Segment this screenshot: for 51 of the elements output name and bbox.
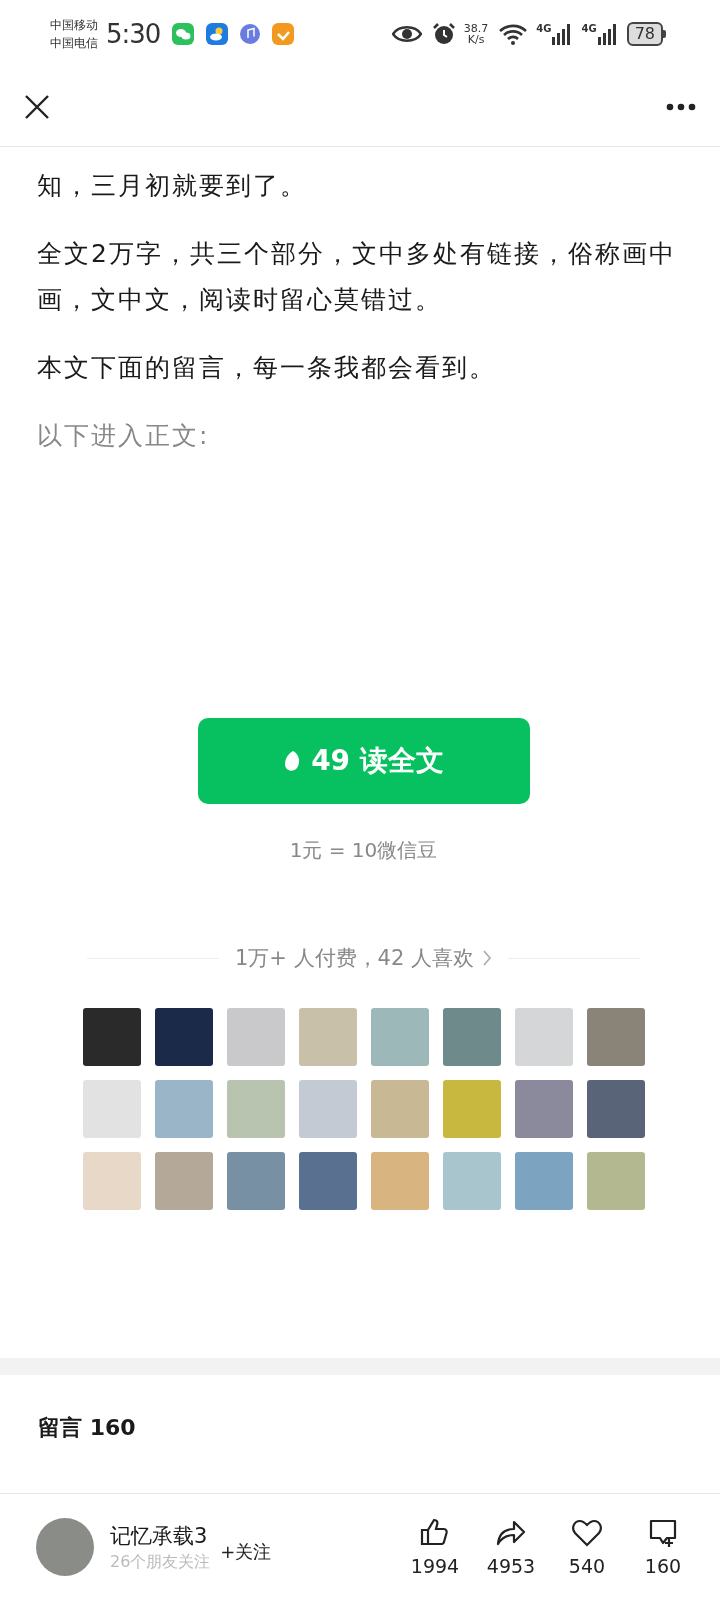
alarm-clock-icon (431, 22, 456, 46)
close-button[interactable] (24, 94, 50, 120)
chevron-right-icon (482, 949, 492, 967)
more-icon (666, 103, 696, 111)
avatar-photo-placeholder[interactable] (514, 1080, 573, 1138)
stat-button[interactable]: 4953 (476, 1517, 546, 1577)
network-speed: K/s (467, 34, 485, 45)
avatar-photo-placeholder[interactable] (442, 1008, 501, 1066)
article-paragraph: 知，三月初就要到了。 (37, 170, 308, 202)
heart-app-icon (272, 23, 295, 45)
weather-app-icon (206, 23, 229, 45)
signal-bars-icon (596, 23, 619, 45)
close-icon (24, 94, 50, 120)
avatar-photo-placeholder[interactable] (298, 1152, 357, 1210)
article-paragraph: 全文2万字，共三个部分，文中多处有链接，俗称画中画，文中文，阅读时留心莫错过。 (37, 238, 677, 316)
followers-count: 26个朋友关注 (110, 1551, 211, 1573)
article-paragraph: 以下进入正文: (37, 420, 211, 452)
heart-icon (571, 1517, 603, 1549)
author-avatar-placeholder[interactable] (36, 1518, 94, 1576)
battery-level: 78 (626, 22, 663, 46)
chat-app-icon (172, 23, 195, 45)
comments-title: 留言 160 (38, 1414, 137, 1442)
wifi-icon (498, 23, 529, 45)
more-button[interactable] (666, 103, 696, 111)
eye-icon (391, 24, 422, 44)
avatar-photo-placeholder[interactable] (586, 1008, 645, 1066)
avatar-photo-placeholder[interactable] (370, 1008, 429, 1066)
avatar-photo-placeholder[interactable] (586, 1080, 645, 1138)
avatar-photo-placeholder[interactable] (154, 1008, 213, 1066)
network-speed: 38.7 (463, 23, 489, 34)
avatar-photo-placeholder[interactable] (514, 1152, 573, 1210)
follow-button[interactable]: +关注 (220, 1540, 272, 1564)
avatar-photo-placeholder[interactable] (154, 1080, 213, 1138)
network-type: 4G (581, 23, 597, 34)
carrier-name: 中国电信 (50, 35, 98, 52)
author-name[interactable]: 记忆承载3 (110, 1521, 211, 1550)
comment-add-icon (647, 1517, 679, 1549)
status-time: 5:30 (106, 19, 161, 49)
avatar-photo-placeholder[interactable] (154, 1152, 213, 1210)
stat-button[interactable]: 160 (628, 1517, 698, 1577)
avatar-photo-placeholder[interactable] (82, 1008, 141, 1066)
article-paragraph: 本文下面的留言，每一条我都会看到。 (37, 352, 497, 384)
supporters-link[interactable]: 1万+ 人付费，42 人喜欢 (235, 944, 492, 972)
music-app-icon (240, 24, 261, 44)
exchange-rate: 1元 = 10微信豆 (289, 837, 438, 864)
stat-button[interactable]: 1994 (400, 1517, 470, 1577)
carrier-name: 中国移动 (50, 17, 98, 34)
avatar-photo-placeholder[interactable] (226, 1152, 285, 1210)
stat-button[interactable]: 540 (552, 1517, 622, 1577)
network-type: 4G (536, 23, 552, 34)
avatar-photo-placeholder[interactable] (586, 1152, 645, 1210)
